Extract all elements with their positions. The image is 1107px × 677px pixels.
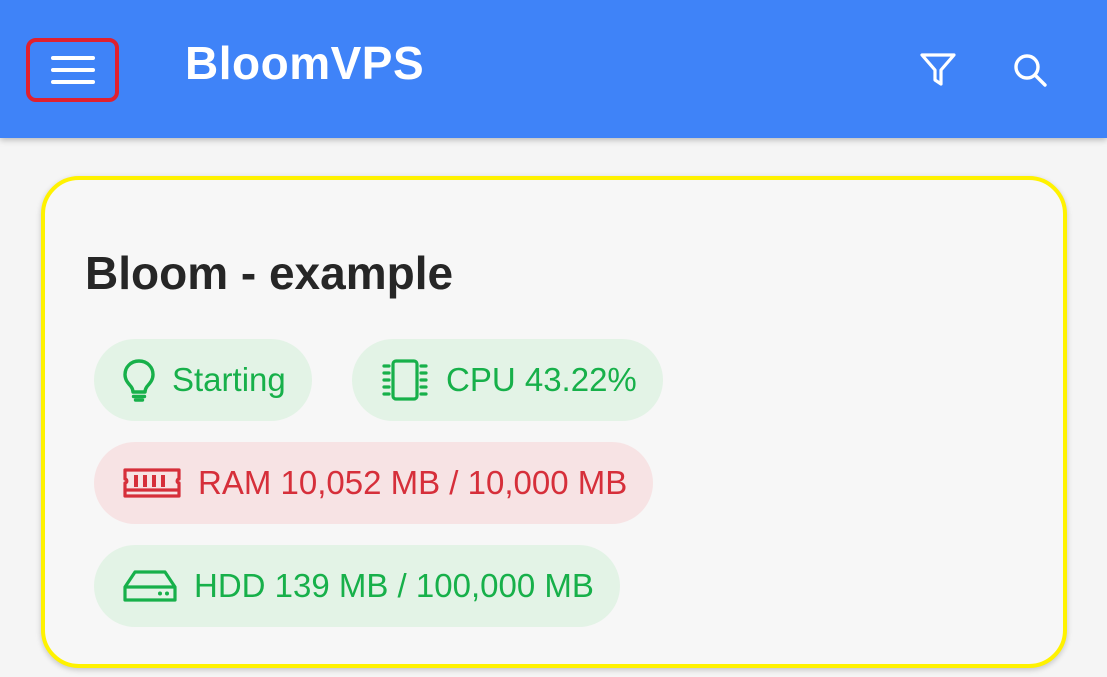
ram-label: RAM 10,052 MB / 10,000 MB [198,464,628,501]
status-label: Starting [172,361,286,398]
cpu-chip[interactable]: CPU 43.22% [352,339,663,421]
ram-chip[interactable]: RAM 10,052 MB / 10,000 MB [94,442,654,524]
menu-button[interactable] [26,38,119,102]
search-icon [1014,54,1047,87]
filter-button[interactable] [908,40,968,100]
hamburger-menu-icon [50,56,95,84]
search-button[interactable] [1000,40,1060,100]
app-title: BloomVPS [185,37,425,89]
lightbulb-icon [123,359,155,402]
hdd-label: HDD 139 MB / 100,000 MB [194,567,594,604]
memory-icon [123,468,181,498]
app-bar: BloomVPS [0,0,1107,138]
hard-drive-icon [123,570,177,602]
cpu-chip-icon [382,359,428,401]
filter-icon [920,53,956,86]
status-chip[interactable]: Starting [94,339,312,421]
cpu-label: CPU 43.22% [446,361,637,398]
hdd-chip[interactable]: HDD 139 MB / 100,000 MB [94,545,620,627]
server-name: Bloom - example [85,247,454,299]
server-card[interactable]: Bloom - example Starting CPU 43.22% RAM … [41,176,1067,668]
